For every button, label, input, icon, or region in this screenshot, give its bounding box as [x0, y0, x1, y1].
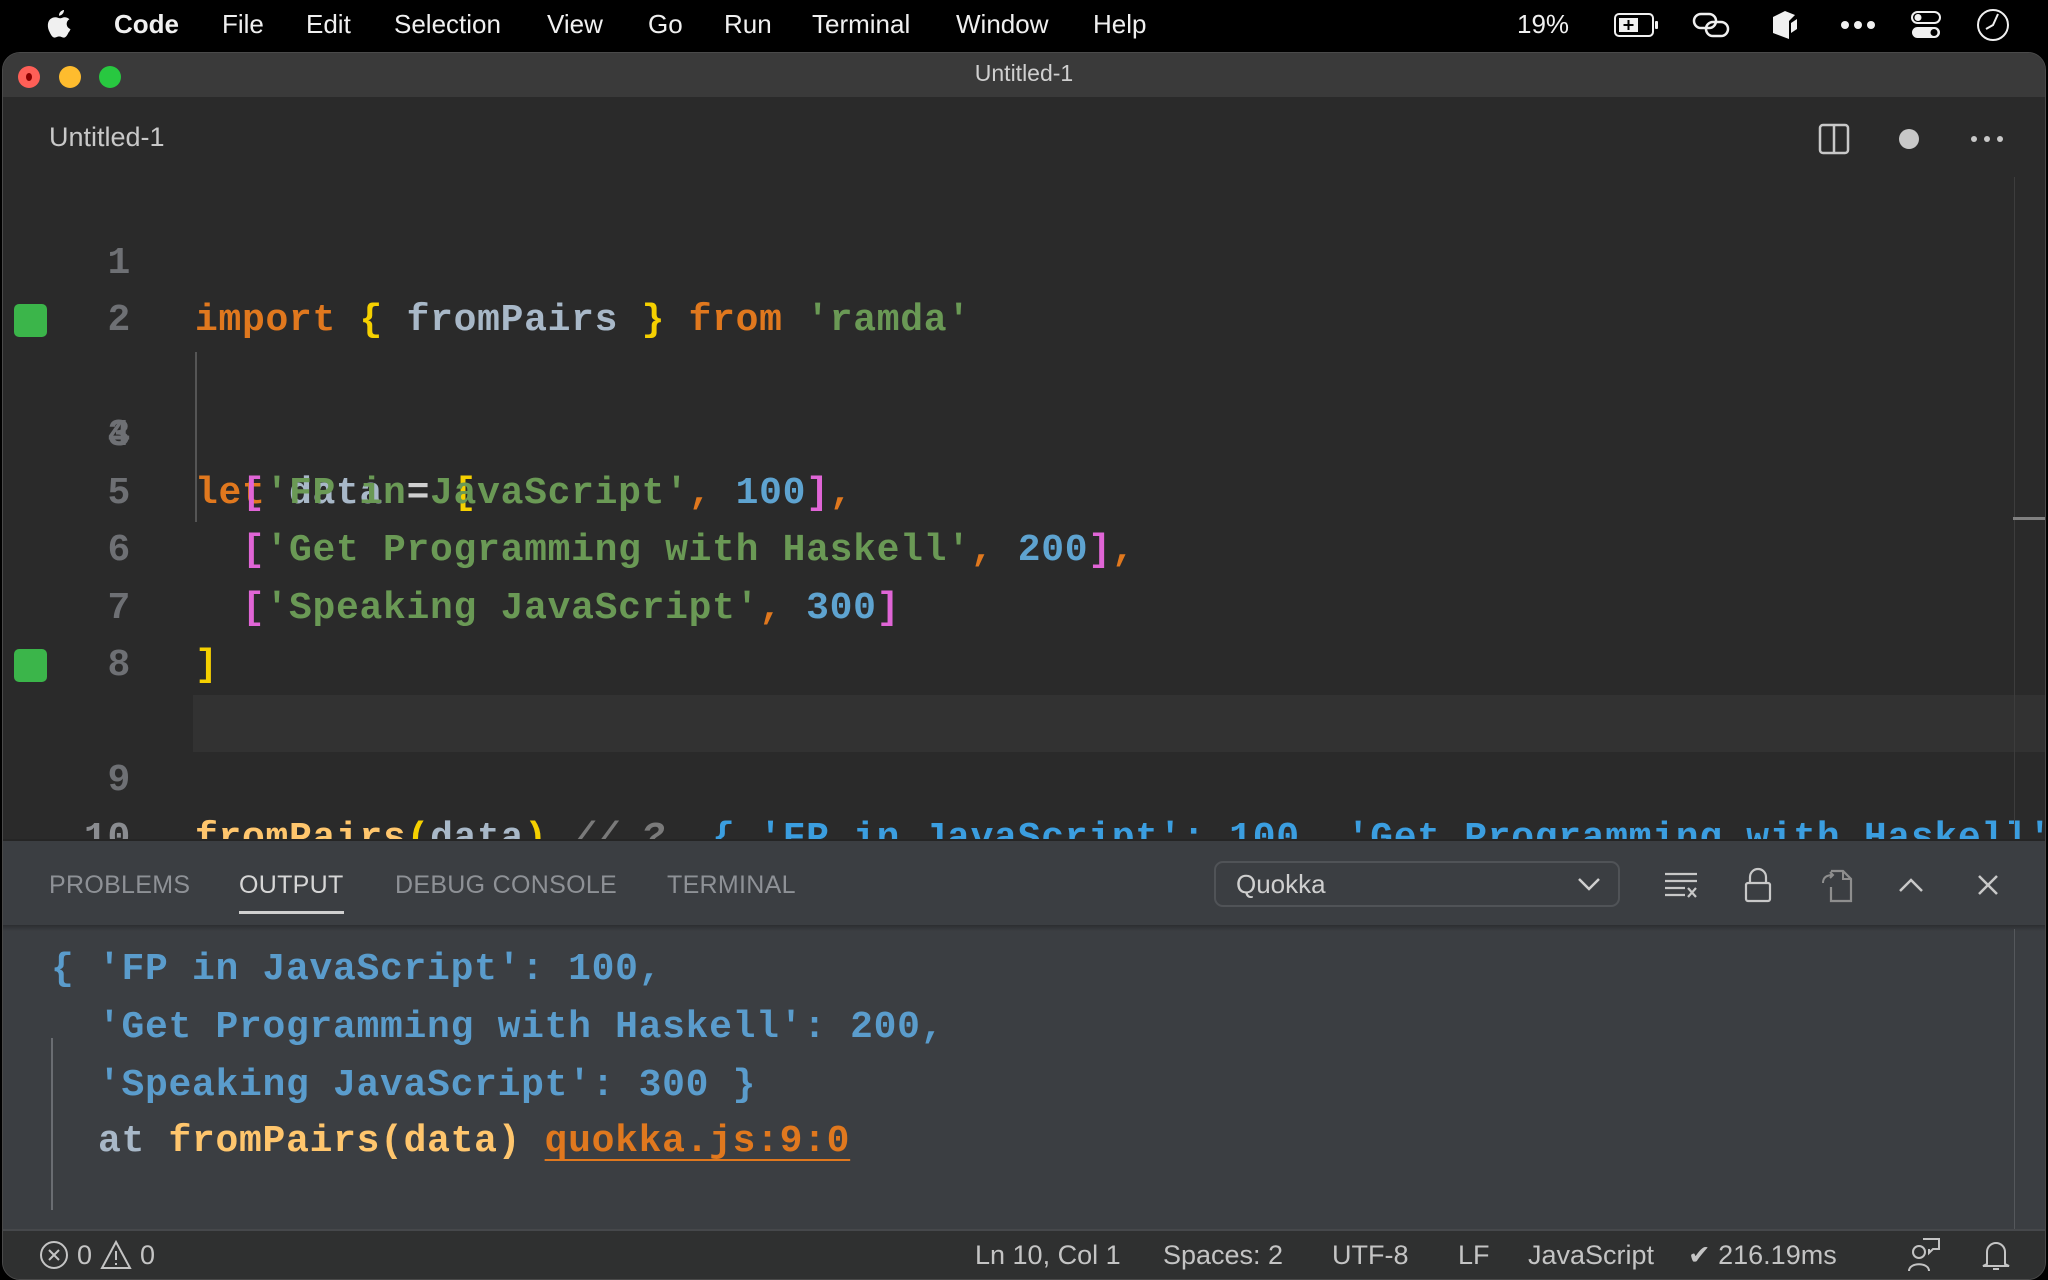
close-panel-icon[interactable]	[1966, 863, 2010, 907]
indentation[interactable]: Spaces: 2	[1163, 1231, 1283, 1279]
output-line: 'Get Programming with Haskell': 200,	[51, 1006, 945, 1049]
end-of-line[interactable]: LF	[1458, 1231, 1490, 1279]
bottom-panel: PROBLEMS OUTPUT DEBUG CONSOLE TERMINAL Q…	[3, 839, 2045, 1229]
clock-icon[interactable]	[1976, 9, 2010, 41]
code-line-3[interactable]: 3 let data = [	[3, 292, 2045, 515]
problems-indicator[interactable]: 0 0	[39, 1231, 155, 1279]
battery-charging-icon[interactable]	[1614, 9, 1660, 41]
lock-scroll-icon[interactable]	[1736, 863, 1780, 907]
output-channel-value: Quokka	[1236, 869, 1326, 899]
error-icon	[40, 1241, 68, 1269]
split-editor-icon[interactable]	[1814, 119, 1854, 159]
tab-output[interactable]: OUTPUT	[239, 867, 344, 914]
open-in-editor-icon[interactable]	[1814, 863, 1858, 907]
source-location-link[interactable]: quokka.js:9:0	[545, 1120, 851, 1163]
menu-run[interactable]: Run	[724, 0, 772, 50]
output-line: 'Speaking JavaScript': 300 }	[51, 1064, 757, 1107]
status-bar: 0 0 Ln 10, Col 1 Spaces: 2 UTF-8 LF Java…	[3, 1229, 2045, 1279]
code-editor[interactable]: 1 import { fromPairs } from 'ramda' 2 3 …	[3, 177, 2045, 860]
overview-ruler-cursor	[2013, 517, 2045, 520]
menu-window[interactable]: Window	[956, 0, 1048, 50]
menu-edit[interactable]: Edit	[306, 0, 351, 50]
menu-terminal[interactable]: Terminal	[812, 0, 910, 50]
menu-file[interactable]: File	[222, 0, 264, 50]
code-line-9[interactable]: 9 fromPairs(data) // ? { 'FP in JavaScri…	[3, 637, 2045, 860]
editor-tab-title[interactable]: Untitled-1	[49, 117, 165, 157]
code-line-7[interactable]: 7 ]	[3, 522, 2045, 688]
code-line-10[interactable]: 10	[3, 694, 2045, 860]
clear-output-icon[interactable]	[1659, 863, 1703, 907]
menu-go[interactable]: Go	[648, 0, 683, 50]
code-line-1[interactable]: 1 import { fromPairs } from 'ramda'	[3, 177, 2045, 343]
panel-scrollbar-track[interactable]	[2014, 929, 2015, 1229]
maximize-panel-icon[interactable]	[1889, 863, 1933, 907]
vscode-window: Untitled-1 Untitled-1 1 import { fromPai…	[2, 52, 2046, 1280]
quokka-coverage-marker	[14, 304, 47, 337]
code-line-6[interactable]: 6 ['Speaking JavaScript', 300]	[3, 465, 2045, 630]
editor-scrollbar-track[interactable]	[2014, 177, 2015, 839]
title-bar: Untitled-1	[3, 53, 2045, 97]
editor-tab-bar: Untitled-1	[3, 97, 2045, 177]
cursor-position[interactable]: Ln 10, Col 1	[975, 1231, 1121, 1279]
box-icon[interactable]	[1770, 9, 1800, 41]
warning-icon	[100, 1240, 132, 1269]
quokka-coverage-marker	[14, 649, 47, 682]
code-line-2[interactable]: 2	[3, 235, 2045, 342]
menu-selection[interactable]: Selection	[394, 0, 501, 50]
unsaved-dot-icon[interactable]	[1889, 119, 1929, 159]
code-line-5[interactable]: 5 ['Get Programming with Haskell', 200],	[3, 407, 2045, 573]
battery-percent: 19%	[1517, 9, 1570, 39]
apple-logo-icon[interactable]	[42, 8, 74, 42]
control-center-icon[interactable]	[1910, 9, 1942, 41]
output-channel-select[interactable]: Quokka	[1214, 861, 1620, 907]
warning-count: 0	[140, 1240, 156, 1270]
code-line-8[interactable]: 8	[3, 580, 2045, 687]
macos-menu-bar: Code File Edit Selection View Go Run Ter…	[0, 0, 2048, 50]
more-actions-icon[interactable]	[1967, 119, 2007, 159]
at-expression: fromPairs(data)	[168, 1120, 522, 1163]
tab-terminal[interactable]: TERMINAL	[667, 867, 796, 903]
window-title: Untitled-1	[974, 60, 1074, 86]
output-source-line: at fromPairs(data) quokka.js:9:0	[51, 1113, 850, 1171]
link-icon[interactable]	[1692, 9, 1732, 41]
encoding[interactable]: UTF-8	[1332, 1231, 1409, 1279]
output-line: { 'FP in JavaScript': 100,	[51, 948, 663, 991]
notifications-bell-icon[interactable]	[1981, 1231, 2011, 1279]
more-icon[interactable]	[1840, 9, 1876, 41]
tab-debug-console[interactable]: DEBUG CONSOLE	[395, 867, 617, 903]
current-line-highlight	[193, 694, 2045, 752]
at-prefix: at	[98, 1120, 146, 1163]
panel-header-divider	[3, 925, 2045, 931]
tab-problems[interactable]: PROBLEMS	[49, 867, 190, 903]
code-line-4[interactable]: 4 ['FP in JavaScript', 100],	[3, 350, 2045, 515]
feedback-icon[interactable]	[1907, 1231, 1941, 1279]
quokka-timing[interactable]: ✔ 216.19ms	[1688, 1231, 1837, 1279]
error-count: 0	[77, 1240, 93, 1270]
menu-app-name[interactable]: Code	[114, 0, 179, 50]
menu-help[interactable]: Help	[1093, 0, 1146, 50]
language-mode[interactable]: JavaScript	[1528, 1231, 1654, 1279]
chevron-down-icon	[1578, 878, 1600, 891]
menu-view[interactable]: View	[547, 0, 603, 50]
